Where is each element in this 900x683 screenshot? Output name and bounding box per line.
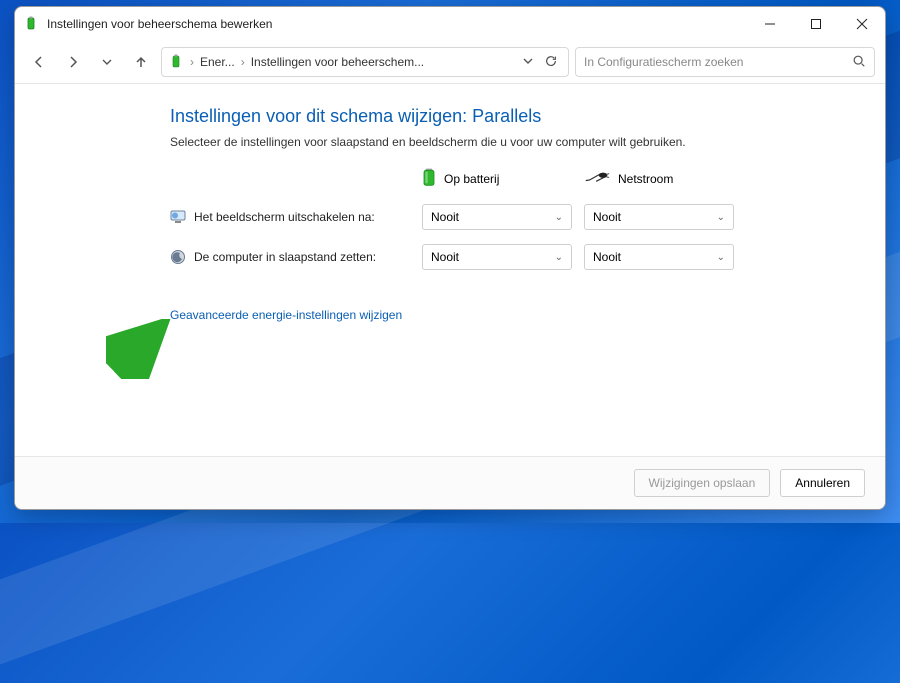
chevron-down-icon: ⌄ — [555, 212, 563, 223]
setting-sleep-label: De computer in slaapstand zetten: — [170, 249, 410, 265]
close-button[interactable] — [839, 8, 885, 40]
chevron-down-icon: ⌄ — [717, 212, 725, 223]
chevron-down-icon: ⌄ — [717, 252, 725, 263]
search-icon[interactable] — [852, 54, 866, 71]
column-plugged: Netstroom — [584, 170, 734, 187]
maximize-button[interactable] — [793, 8, 839, 40]
page-subtitle: Selecteer de instellingen voor slaapstan… — [170, 135, 730, 149]
content-area: Instellingen voor dit schema wijzigen: P… — [15, 84, 885, 456]
monitor-icon — [170, 209, 186, 225]
address-bar[interactable]: › Ener... › Instellingen voor beheersche… — [161, 47, 569, 77]
window-controls — [747, 8, 885, 40]
setting-sleep: De computer in slaapstand zetten: Nooit … — [170, 244, 730, 270]
cancel-button[interactable]: Annuleren — [780, 469, 865, 497]
column-battery: Op batterij — [422, 167, 572, 190]
titlebar: Instellingen voor beheerschema bewerken — [15, 7, 885, 41]
plan-icon — [168, 54, 184, 70]
setting-display-off-label: Het beeldscherm uitschakelen na: — [170, 209, 410, 225]
search-input[interactable] — [584, 55, 852, 69]
advanced-settings-link[interactable]: Geavanceerde energie-instellingen wijzig… — [170, 308, 402, 322]
sleep-battery-dropdown[interactable]: Nooit ⌄ — [422, 244, 572, 270]
history-dropdown-button[interactable] — [522, 55, 534, 70]
window-title: Instellingen voor beheerschema bewerken — [47, 17, 747, 31]
plug-icon — [584, 170, 610, 187]
footer: Wijzigingen opslaan Annuleren — [15, 456, 885, 509]
chevron-down-icon: ⌄ — [555, 252, 563, 263]
chevron-right-icon: › — [190, 55, 194, 69]
refresh-button[interactable] — [544, 54, 558, 71]
recent-locations-button[interactable] — [93, 48, 121, 76]
breadcrumb-item-2[interactable]: Instellingen voor beheerschem... — [251, 55, 424, 69]
power-column-headers: Op batterij Netstroom — [170, 167, 730, 190]
control-panel-window: Instellingen voor beheerschema bewerken — [14, 6, 886, 510]
display-off-battery-dropdown[interactable]: Nooit ⌄ — [422, 204, 572, 230]
save-button: Wijzigingen opslaan — [634, 469, 771, 497]
toolbar: › Ener... › Instellingen voor beheersche… — [15, 41, 885, 84]
breadcrumb-item-1[interactable]: Ener... — [200, 55, 235, 69]
display-off-plugged-dropdown[interactable]: Nooit ⌄ — [584, 204, 734, 230]
chevron-right-icon: › — [241, 55, 245, 69]
search-box[interactable] — [575, 47, 875, 77]
minimize-button[interactable] — [747, 8, 793, 40]
back-button[interactable] — [25, 48, 53, 76]
app-icon — [23, 16, 39, 32]
sleep-icon — [170, 249, 186, 265]
forward-button[interactable] — [59, 48, 87, 76]
setting-display-off: Het beeldscherm uitschakelen na: Nooit ⌄… — [170, 204, 730, 230]
sleep-plugged-dropdown[interactable]: Nooit ⌄ — [584, 244, 734, 270]
page-title: Instellingen voor dit schema wijzigen: P… — [170, 106, 730, 127]
battery-icon — [422, 167, 436, 190]
up-button[interactable] — [127, 48, 155, 76]
